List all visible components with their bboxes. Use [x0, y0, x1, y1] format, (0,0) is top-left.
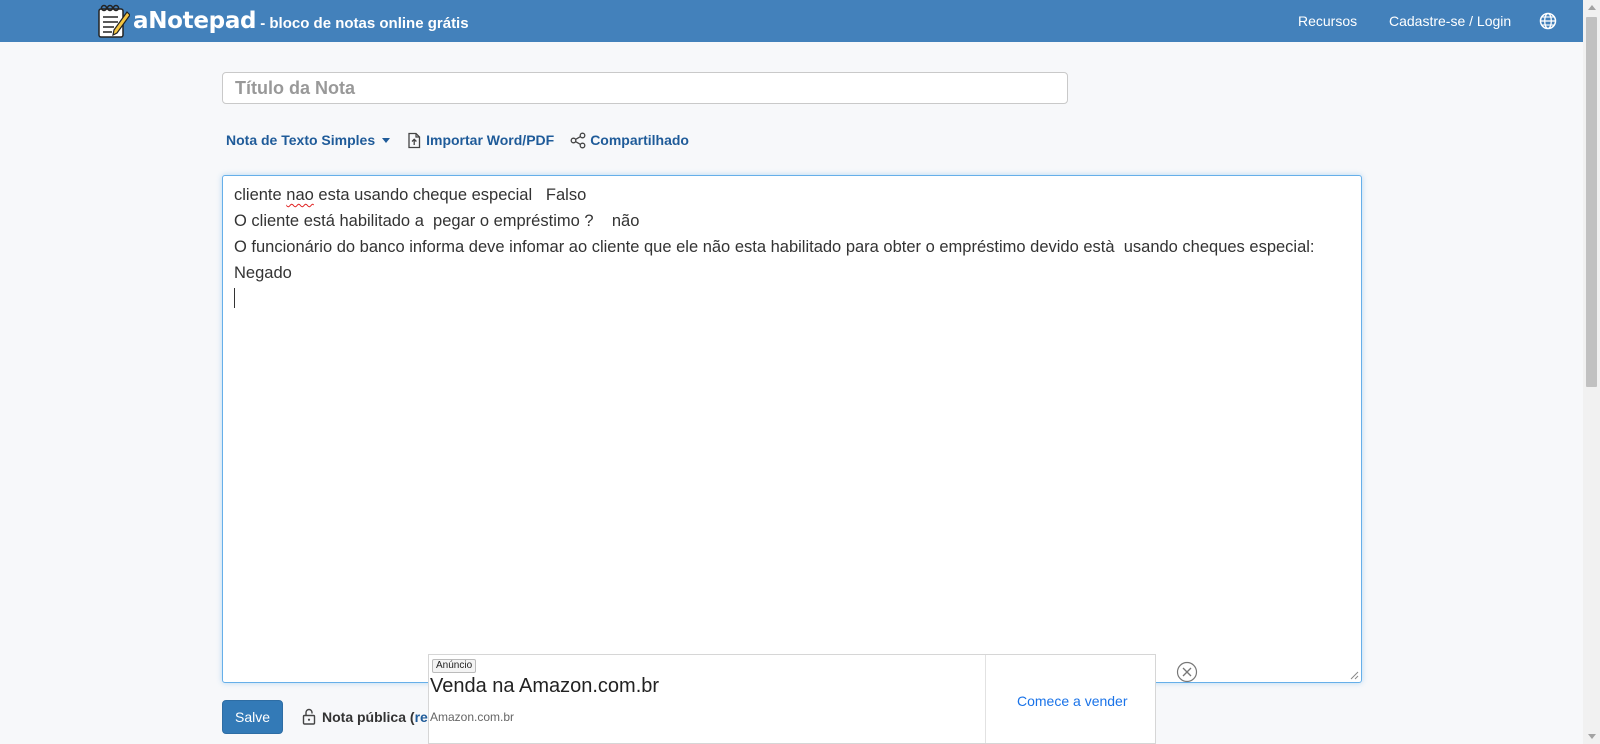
unlock-icon: [302, 708, 316, 725]
ad-domain: Amazon.com.br: [430, 710, 515, 724]
top-navbar: aNotepad - bloco de notas online grátis …: [0, 0, 1583, 42]
misspelled-word: nao: [286, 186, 314, 204]
resize-handle-icon[interactable]: [1350, 671, 1359, 680]
file-upload-icon: [408, 132, 421, 148]
public-note-link[interactable]: re: [415, 709, 428, 725]
scroll-up-arrow-icon[interactable]: [1588, 5, 1596, 10]
public-note-toggle[interactable]: Nota pública (re: [302, 708, 428, 725]
editor-line: O funcionário do banco informa deve info…: [234, 238, 1338, 282]
note-title-input[interactable]: [222, 72, 1068, 104]
close-ad-icon[interactable]: [1176, 661, 1198, 683]
editor-line: O cliente está habilitado a pegar o empr…: [234, 212, 640, 230]
ad-badge: Anúncio: [432, 659, 477, 673]
share-button[interactable]: Compartilhado: [570, 132, 689, 149]
note-type-label: Nota de Texto Simples: [226, 132, 376, 148]
globe-icon[interactable]: [1539, 12, 1557, 30]
nav-link-signup-login[interactable]: Cadastre-se / Login: [1389, 13, 1511, 29]
editor-line: cliente nao esta usando cheque especial …: [234, 182, 1350, 208]
brand-name: aNotepad: [133, 8, 257, 34]
import-label: Importar Word/PDF: [426, 132, 555, 148]
brand[interactable]: aNotepad - bloco de notas online grátis: [96, 3, 469, 39]
text-cursor: [234, 288, 235, 308]
editor-line-cursor: [234, 286, 1350, 312]
scroll-down-arrow-icon[interactable]: [1588, 734, 1596, 739]
share-icon: [570, 132, 586, 148]
brand-tagline: - bloco de notas online grátis: [260, 15, 469, 32]
ad-divider: [985, 655, 986, 743]
ad-banner[interactable]: Anúncio Venda na Amazon.com.br Amazon.co…: [428, 654, 1156, 744]
editor-toolbar: Nota de Texto Simples Importar Word/PDF …: [226, 130, 705, 150]
ad-cta-link[interactable]: Comece a vender: [1017, 693, 1128, 709]
editor-text: cliente: [234, 186, 287, 204]
editor-text: esta usando cheque especial Falso: [313, 186, 587, 204]
notepad-logo-icon: [98, 4, 130, 38]
ad-headline[interactable]: Venda na Amazon.com.br: [430, 675, 659, 698]
nav-link-resources[interactable]: Recursos: [1298, 13, 1357, 29]
note-type-dropdown[interactable]: Nota de Texto Simples: [226, 132, 391, 148]
save-button[interactable]: Salve: [222, 700, 283, 734]
scroll-thumb[interactable]: [1586, 17, 1597, 387]
note-content-editor[interactable]: cliente nao esta usando cheque especial …: [222, 175, 1362, 683]
public-note-label: Nota pública (: [322, 708, 415, 725]
import-word-pdf-button[interactable]: Importar Word/PDF: [406, 132, 554, 149]
caret-down-icon: [382, 138, 391, 143]
page-scrollbar[interactable]: [1583, 0, 1600, 744]
share-label: Compartilhado: [590, 132, 689, 148]
